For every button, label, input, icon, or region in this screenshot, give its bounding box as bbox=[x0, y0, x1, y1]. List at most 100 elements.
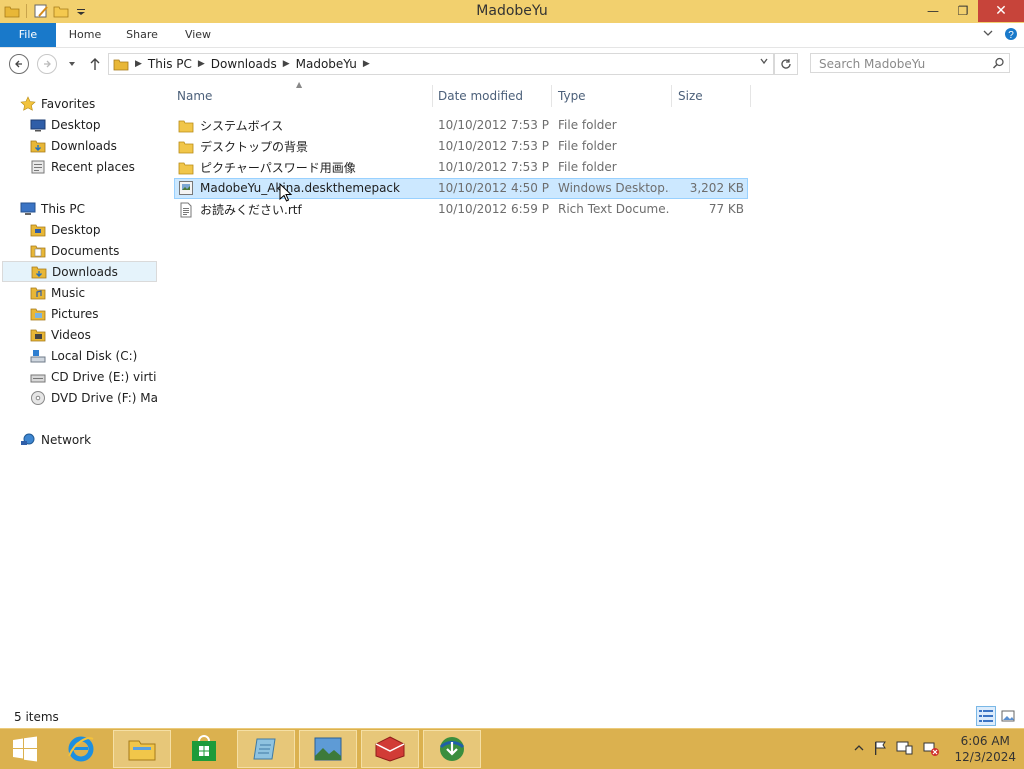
up-button[interactable] bbox=[85, 54, 105, 74]
breadcrumb-separator[interactable]: ▶ bbox=[283, 59, 290, 69]
column-header-date-modified[interactable]: Date modified bbox=[438, 85, 548, 107]
close-button[interactable]: ✕ bbox=[978, 0, 1024, 22]
breadcrumb-separator[interactable]: ▶ bbox=[198, 59, 205, 69]
sidebar-item-documents[interactable]: Documents bbox=[30, 240, 157, 261]
file-row[interactable]: ピクチャーパスワード用画像 10/10/2012 7:53 PM File fo… bbox=[174, 157, 748, 178]
sidebar-item-label: Downloads bbox=[52, 264, 118, 279]
folder-location-icon bbox=[113, 56, 129, 72]
column-divider[interactable] bbox=[551, 85, 552, 107]
file-row[interactable]: デスクトップの背景 10/10/2012 7:53 PM File folder bbox=[174, 136, 748, 157]
breadcrumb-separator[interactable]: ▶ bbox=[363, 59, 370, 69]
file-row-selected[interactable]: MadobeYu_Akina.deskthemepack 10/10/2012 … bbox=[174, 178, 748, 199]
taskbar-photos[interactable] bbox=[299, 730, 357, 768]
sidebar-item-label: CD Drive (E:) virtio-w bbox=[51, 369, 157, 384]
breadcrumb-this-pc[interactable]: This PC bbox=[142, 57, 198, 71]
network-error-icon[interactable] bbox=[922, 740, 940, 759]
sidebar-item-dvd-drive[interactable]: DVD Drive (F:) Mado bbox=[30, 387, 157, 408]
tab-file[interactable]: File bbox=[0, 23, 56, 47]
file-date: 10/10/2012 6:59 PM bbox=[438, 202, 550, 216]
file-type: File folder bbox=[558, 160, 617, 174]
back-arrow-icon bbox=[9, 54, 29, 74]
forward-arrow-icon bbox=[37, 54, 57, 74]
sidebar-item-music[interactable]: Music bbox=[30, 282, 157, 303]
sidebar-item-downloads[interactable]: Downloads bbox=[2, 261, 157, 282]
column-divider[interactable] bbox=[432, 85, 433, 107]
file-name-cell: お読みください.rtf bbox=[178, 201, 432, 218]
up-arrow-icon bbox=[90, 58, 100, 70]
refresh-button[interactable] bbox=[774, 53, 798, 75]
taskbar-internet-explorer[interactable] bbox=[52, 730, 110, 768]
tab-share[interactable]: Share bbox=[118, 23, 166, 47]
breadcrumb-downloads[interactable]: Downloads bbox=[205, 57, 283, 71]
search-icon[interactable] bbox=[992, 57, 1005, 73]
documents-folder-icon bbox=[30, 243, 46, 259]
sidebar-item-favorites[interactable]: Favorites bbox=[20, 93, 157, 114]
sidebar-item-this-pc[interactable]: This PC bbox=[20, 198, 157, 219]
sidebar-item-label: Pictures bbox=[51, 306, 99, 321]
sidebar-item-downloads-favorite[interactable]: Downloads bbox=[30, 135, 157, 156]
recent-locations-button[interactable] bbox=[62, 54, 82, 74]
forward-button[interactable] bbox=[37, 54, 57, 74]
clock-date: 12/3/2024 bbox=[954, 750, 1016, 764]
sidebar-item-network[interactable]: Network bbox=[20, 429, 157, 450]
large-icons-view-button[interactable] bbox=[998, 706, 1018, 726]
column-divider[interactable] bbox=[671, 85, 672, 107]
file-name: ピクチャーパスワード用画像 bbox=[200, 161, 356, 175]
cd-drive-icon bbox=[30, 369, 46, 385]
start-button[interactable] bbox=[0, 730, 50, 768]
window-title: MadobeYu bbox=[476, 3, 548, 19]
file-row[interactable]: システムボイス 10/10/2012 7:53 PM File folder bbox=[174, 115, 748, 136]
sidebar-item-desktop-pc[interactable]: Desktop bbox=[30, 219, 157, 240]
taskbar-store[interactable] bbox=[175, 730, 233, 768]
folder-icon bbox=[178, 139, 194, 155]
column-divider[interactable] bbox=[750, 85, 751, 107]
notepad-icon bbox=[253, 738, 276, 760]
ribbon: File Home Share View ? bbox=[0, 23, 1024, 48]
file-date: 10/10/2012 4:50 PM bbox=[438, 181, 550, 195]
title-bar: MadobeYu — ❐ ✕ bbox=[0, 0, 1024, 24]
downloads-folder-icon bbox=[31, 264, 47, 280]
taskbar-file-explorer[interactable] bbox=[113, 730, 171, 768]
tab-home[interactable]: Home bbox=[62, 23, 108, 47]
download-manager-icon bbox=[439, 737, 465, 761]
devices-icon[interactable] bbox=[896, 740, 914, 759]
file-type: File folder bbox=[558, 139, 617, 153]
address-dropdown-icon[interactable] bbox=[759, 56, 769, 69]
file-type: Rich Text Docume... bbox=[558, 202, 670, 216]
search-input[interactable]: Search MadobeYu bbox=[810, 53, 1010, 73]
refresh-icon bbox=[781, 59, 791, 69]
taskbar-notepad[interactable] bbox=[237, 730, 295, 768]
store-icon bbox=[192, 735, 216, 761]
back-button[interactable] bbox=[9, 54, 29, 74]
taskbar-app-red[interactable] bbox=[361, 730, 419, 768]
breadcrumb-madobeyu[interactable]: MadobeYu bbox=[290, 57, 363, 71]
file-explorer-icon bbox=[128, 740, 156, 761]
column-header-size[interactable]: Size bbox=[678, 85, 748, 107]
sidebar-item-cd-drive[interactable]: CD Drive (E:) virtio-w bbox=[30, 366, 157, 387]
show-hidden-icons-button[interactable] bbox=[854, 742, 864, 756]
help-icon[interactable]: ? bbox=[1004, 27, 1018, 44]
view-toggle bbox=[976, 706, 1018, 726]
sidebar-item-pictures[interactable]: Pictures bbox=[30, 303, 157, 324]
address-bar[interactable]: ▶ This PC ▶ Downloads ▶ MadobeYu ▶ bbox=[108, 53, 774, 75]
navigation-pane: Favorites Desktop Downloads Recent place… bbox=[0, 90, 158, 700]
sidebar-item-videos[interactable]: Videos bbox=[30, 324, 157, 345]
file-row[interactable]: お読みください.rtf 10/10/2012 6:59 PM Rich Text… bbox=[174, 199, 748, 220]
sidebar-item-desktop[interactable]: Desktop bbox=[30, 114, 157, 135]
file-name-cell: ピクチャーパスワード用画像 bbox=[178, 159, 432, 176]
recent-places-icon bbox=[30, 159, 46, 175]
taskbar-clock[interactable]: 6:06 AM 12/3/2024 bbox=[954, 733, 1016, 765]
rtf-document-icon bbox=[178, 202, 194, 218]
tab-view[interactable]: View bbox=[176, 23, 220, 47]
maximize-button[interactable]: ❐ bbox=[948, 0, 978, 22]
expand-ribbon-icon[interactable] bbox=[982, 27, 994, 44]
minimize-button[interactable]: — bbox=[918, 0, 948, 22]
taskbar-download-manager[interactable] bbox=[423, 730, 481, 768]
column-header-name[interactable]: Name bbox=[177, 85, 431, 107]
column-header-type[interactable]: Type bbox=[558, 85, 668, 107]
breadcrumb-separator[interactable]: ▶ bbox=[135, 59, 142, 69]
sidebar-item-local-disk[interactable]: Local Disk (C:) bbox=[30, 345, 157, 366]
action-center-flag-icon[interactable] bbox=[872, 740, 888, 759]
details-view-button[interactable] bbox=[976, 706, 996, 726]
sidebar-item-recent-places[interactable]: Recent places bbox=[30, 156, 157, 177]
